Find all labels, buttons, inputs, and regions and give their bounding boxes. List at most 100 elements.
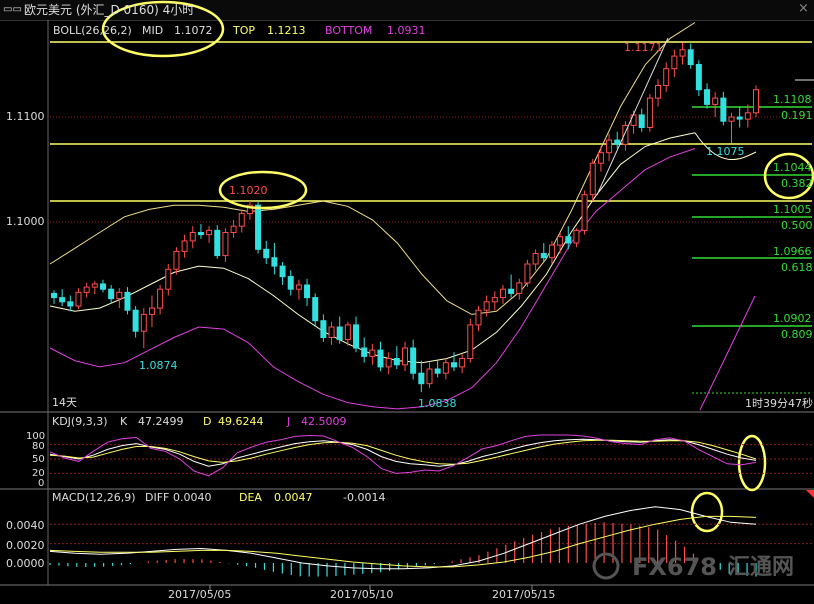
fib-ratio-2: 0.500: [781, 219, 813, 232]
boll-label: BOLL(26,26,2): [53, 24, 132, 37]
candle-body: [548, 244, 555, 259]
candle-body: [753, 89, 759, 114]
candle-body: [116, 291, 123, 300]
candle-body: [336, 326, 343, 341]
candle-body: [744, 112, 751, 120]
period-label: 14天: [52, 396, 77, 409]
kdj-line-d: [49, 439, 757, 465]
boll-bottom-extension: [699, 295, 756, 411]
kdj-tick-0: 0: [38, 478, 45, 489]
macd-diff-value: 0.0040: [173, 491, 212, 504]
candle-body: [99, 283, 106, 290]
candle-body: [393, 358, 400, 366]
y-tick-1.1000: 1.1000: [6, 215, 45, 228]
candle-body: [532, 253, 539, 265]
candle-body: [148, 307, 155, 315]
candle-body: [108, 288, 115, 300]
candle-body: [581, 194, 588, 231]
boll-top-value: 1.1213: [267, 24, 306, 37]
candle-body: [328, 326, 335, 338]
candle-body: [418, 372, 425, 385]
fib-ratio-4: 0.809: [781, 328, 813, 341]
kdj-line-k: [49, 438, 757, 467]
fib-ratio-0: 0.191: [781, 109, 813, 122]
candle-body: [385, 358, 392, 368]
kdj-k-value: 47.2499: [138, 415, 184, 428]
candle-body: [279, 265, 286, 278]
annotation-peak: 1.1020: [229, 184, 268, 197]
candle-body: [426, 368, 433, 385]
candle-body: [524, 263, 531, 284]
candle-body: [173, 250, 180, 270]
macd-corner-marker: [806, 490, 814, 498]
countdown-label: 1时39分47秒: [745, 397, 813, 410]
candle-body: [344, 324, 351, 341]
candle-body: [214, 229, 221, 257]
macd-label: MACD(12,26,9): [52, 491, 136, 504]
macd-tick-0.0040: 0.0040: [6, 519, 45, 532]
kdj-line-j: [49, 434, 757, 477]
candle-body: [606, 139, 613, 154]
candle-body: [67, 301, 74, 307]
candle-body: [638, 114, 645, 129]
candle-body: [140, 313, 147, 332]
fib-price-2: 1.1005: [773, 203, 812, 216]
candle-body: [157, 288, 164, 309]
candle-body: [91, 283, 98, 288]
candle-body: [75, 291, 82, 307]
kdj-d-value: 49.6244: [218, 415, 264, 428]
boll-mid-value: 1.1072: [174, 24, 213, 37]
kdj-k-label: K: [120, 415, 128, 428]
fib-price-4: 1.0902: [773, 312, 812, 325]
candle-body: [491, 297, 498, 303]
annotation-pullback: 1.1075: [706, 145, 745, 158]
candle-body: [450, 362, 457, 368]
fib-price-0: 1.1108: [773, 93, 812, 106]
chart-canvas: [0, 0, 814, 590]
candle-body: [483, 301, 490, 311]
candle-body: [271, 257, 278, 267]
window-menu-icon[interactable]: ▭▭: [3, 3, 22, 17]
candle-body: [671, 55, 678, 70]
annotation-low-mid: 1.0838: [418, 397, 457, 410]
x-tick-1: 2017/05/10: [330, 588, 394, 601]
candle-body: [132, 309, 139, 332]
boll-line-top: [49, 22, 696, 315]
macd-dea-label: DEA: [239, 491, 262, 504]
candle-body: [540, 253, 547, 259]
candle-body: [663, 68, 670, 86]
window-title: 欧元美元 (外汇_D 0160) 4小时: [24, 3, 195, 17]
annotation-low-left: 1.0874: [139, 359, 178, 372]
candle-body: [475, 309, 482, 326]
candle-body: [679, 49, 686, 57]
candle-body: [728, 116, 735, 122]
kdj-j-label: J: [287, 415, 291, 428]
candle-body: [614, 139, 621, 145]
x-tick-0: 2017/05/05: [168, 588, 232, 601]
macd-tick-0.0000: 0.0000: [6, 557, 45, 570]
boll-top-label: TOP: [233, 24, 256, 37]
fib-price-3: 1.0966: [773, 245, 812, 258]
watermark-brand: FX678: [632, 553, 717, 581]
candle-body: [304, 284, 311, 299]
candle-body: [712, 97, 719, 105]
candle-body: [410, 347, 417, 374]
kdj-tick-50: 50: [32, 454, 45, 465]
candle-body: [695, 64, 702, 91]
candle-body: [573, 229, 580, 244]
watermark-cn: 汇通网: [728, 555, 795, 580]
close-icon[interactable]: ×: [798, 2, 809, 16]
candle-body: [287, 276, 294, 290]
candle-body: [369, 349, 376, 357]
candle-body: [222, 232, 229, 257]
annotation-high: 1.1171: [624, 41, 663, 54]
candle-body: [353, 324, 360, 349]
candle-body: [230, 225, 237, 233]
y-tick-1.1100: 1.1100: [6, 110, 45, 123]
candle-body: [508, 288, 515, 294]
candle-body: [295, 284, 302, 290]
candle-body: [720, 97, 727, 122]
candle-body: [736, 116, 743, 120]
candle-body: [377, 349, 384, 368]
macd-diff-label: DIFF: [145, 491, 170, 504]
